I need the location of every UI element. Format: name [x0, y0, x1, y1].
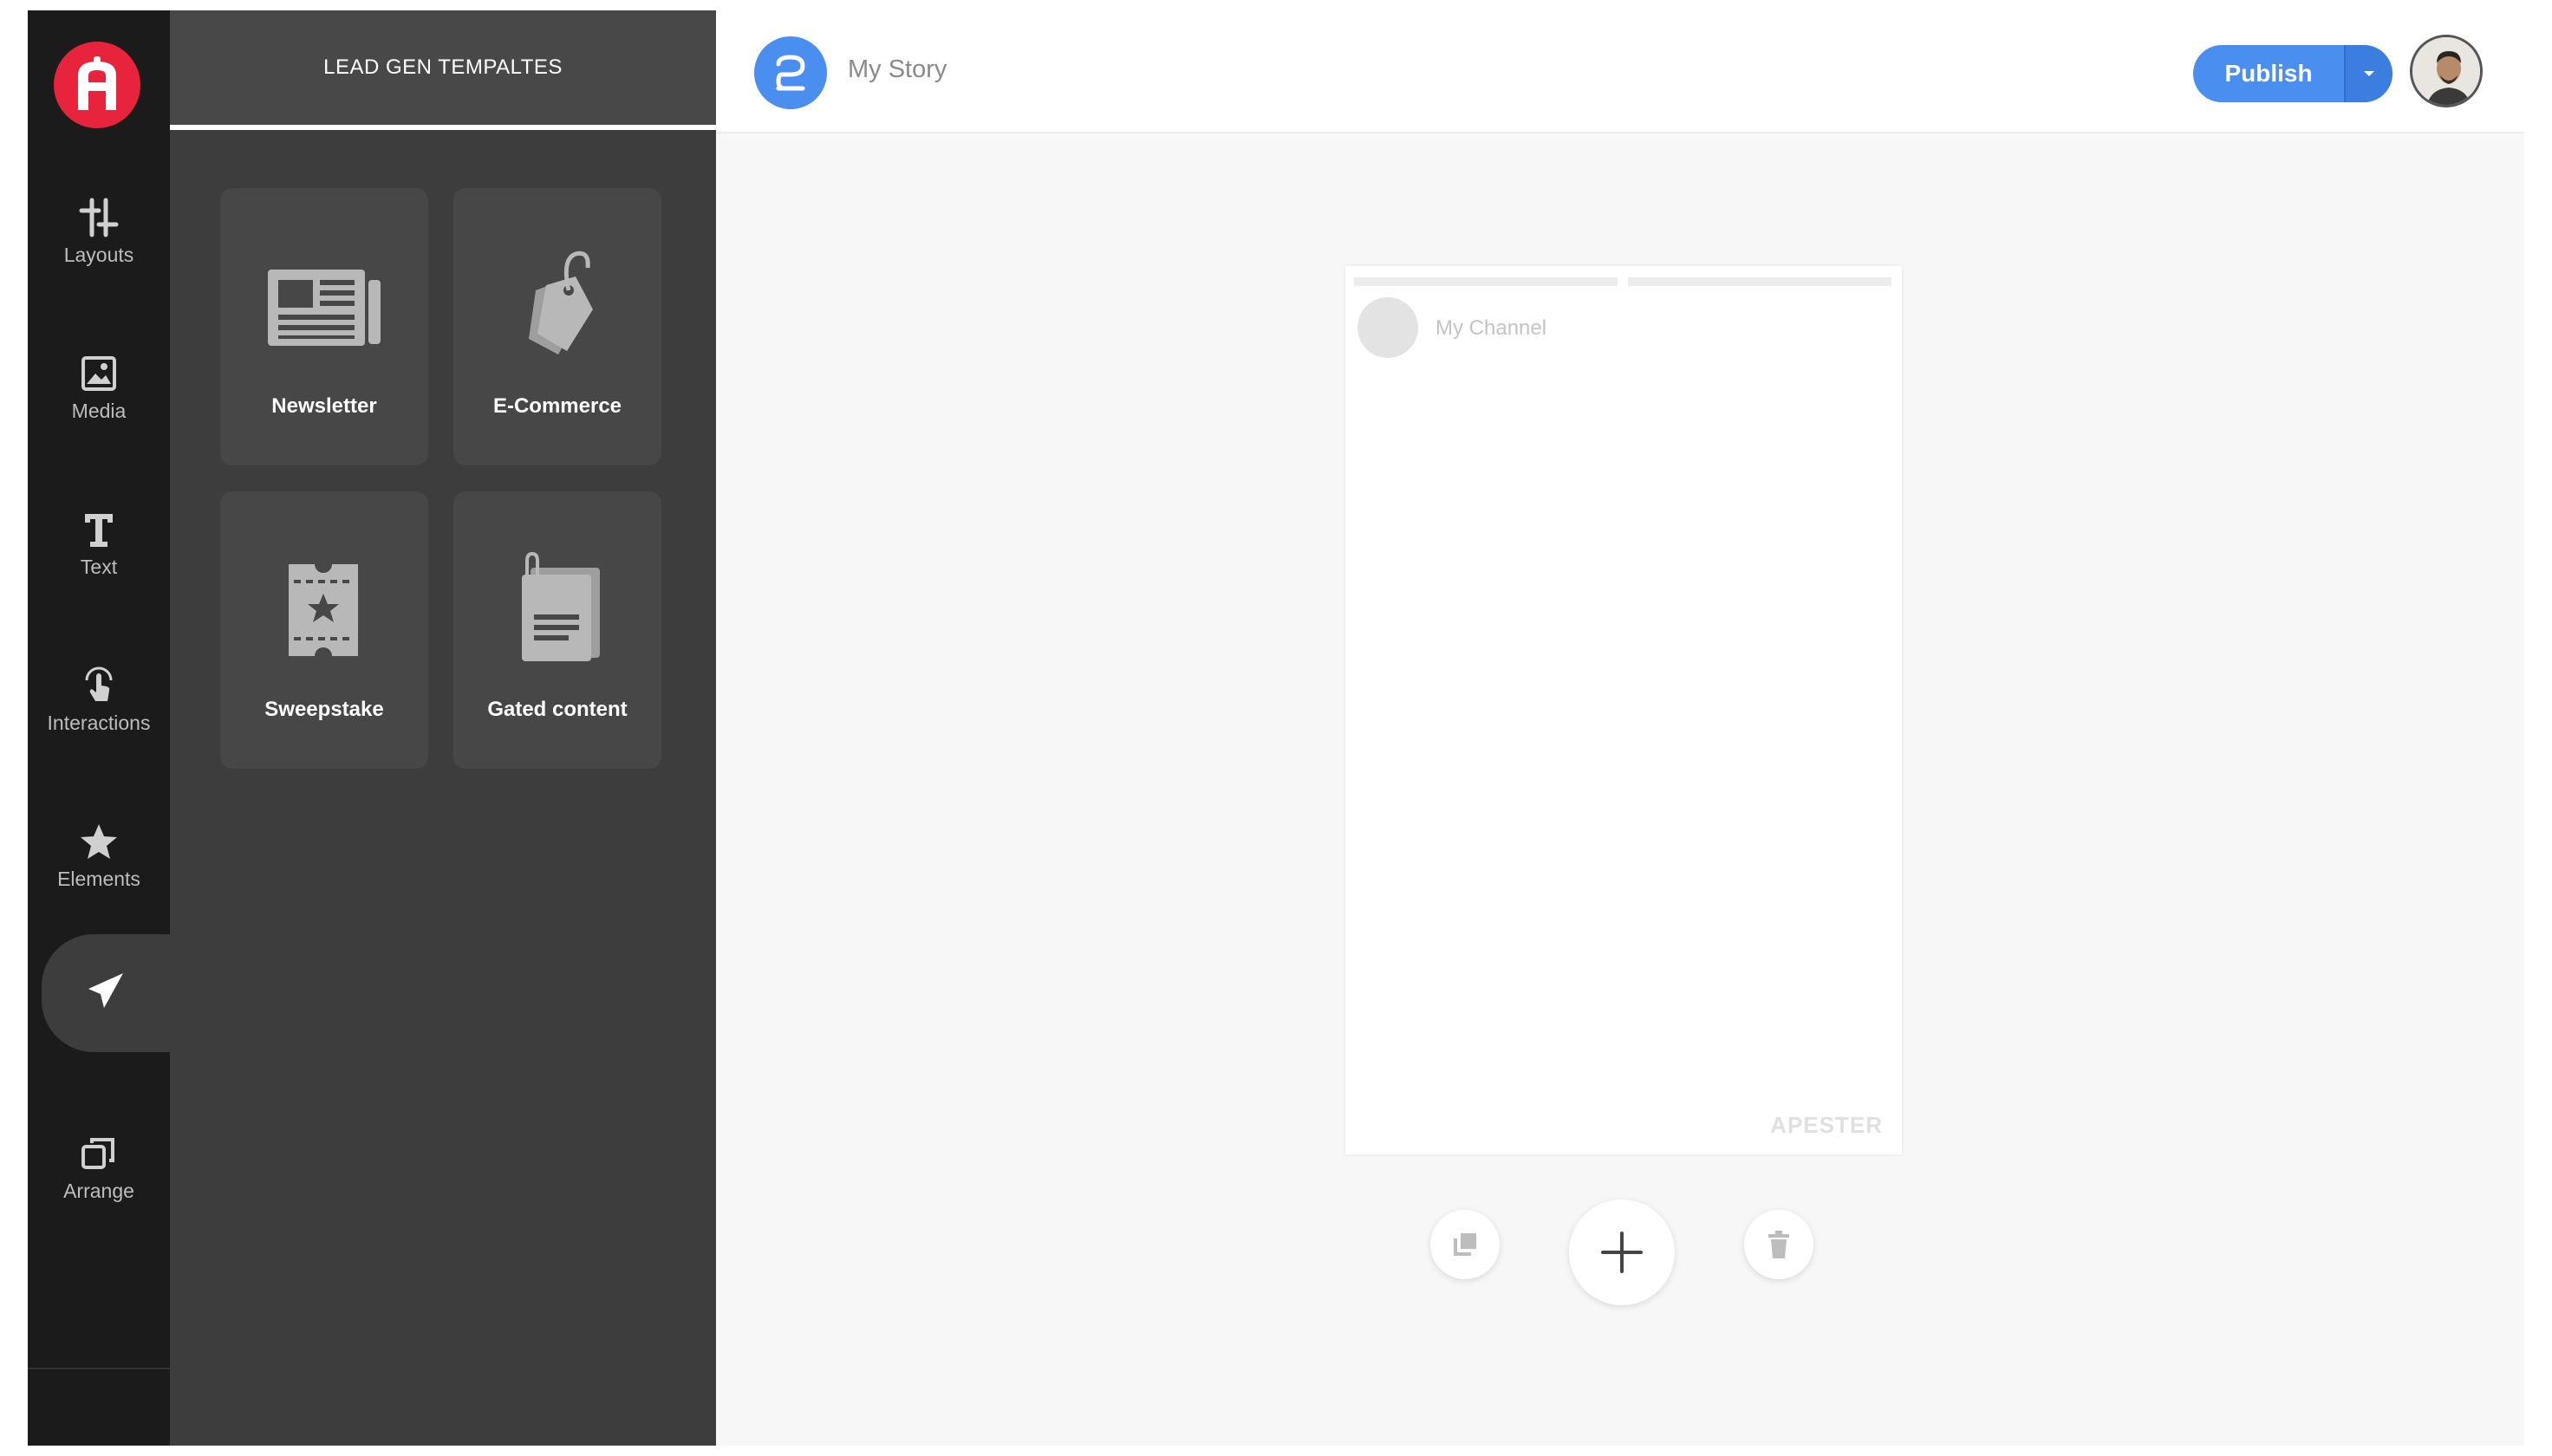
rail-item-text[interactable]: Text — [28, 478, 170, 608]
duplicate-page-button[interactable] — [1430, 1210, 1500, 1279]
rail-label-interactions: Interactions — [47, 711, 151, 734]
rail-label-media: Media — [71, 399, 127, 422]
story-logo[interactable] — [754, 36, 827, 109]
add-page-button[interactable] — [1569, 1199, 1675, 1305]
document-icon — [522, 551, 600, 661]
apester-logo-icon — [78, 56, 116, 110]
media-icon — [81, 355, 116, 391]
story-progress-segment — [1354, 277, 1618, 286]
template-label: Sweepstake — [264, 698, 384, 721]
rail-label-arrange: Arrange — [63, 1179, 134, 1202]
publish-button[interactable]: Publish — [2193, 45, 2344, 102]
ticket-icon — [289, 564, 358, 656]
publish-button-group: Publish — [2193, 45, 2392, 102]
paper-plane-icon — [88, 973, 123, 1008]
user-photo-icon — [2412, 37, 2480, 105]
top-bar: My Story Publish — [716, 10, 2524, 133]
template-label: E-Commerce — [492, 394, 622, 418]
story-title[interactable]: My Story — [848, 55, 947, 84]
template-label: Gated content — [487, 698, 628, 721]
price-tag-icon — [529, 250, 593, 354]
panel-title: LEAD GEN TEMPALTES — [170, 10, 716, 130]
story-logo-icon — [776, 55, 805, 91]
delete-page-button[interactable] — [1744, 1210, 1813, 1279]
arrange-icon — [81, 1137, 114, 1169]
template-sweepstake[interactable]: Sweepstake — [220, 491, 428, 769]
rail-label-layouts: Layouts — [63, 243, 134, 266]
rail-label-text: Text — [80, 555, 118, 578]
rail-item-interactions[interactable]: Interactions — [28, 634, 170, 764]
rail-label-elements: Elements — [57, 867, 140, 890]
tool-rail: Layouts Media Text Interactions Elements… — [28, 10, 170, 1446]
rail-item-elements[interactable]: Elements — [28, 790, 170, 920]
interactions-icon — [85, 666, 113, 701]
publish-dropdown-button[interactable] — [2344, 45, 2392, 102]
template-newsletter[interactable]: Newsletter — [220, 188, 428, 465]
app-window: Layouts Media Text Interactions Elements… — [28, 10, 2524, 1446]
trash-icon — [1768, 1231, 1789, 1258]
story-preview-card[interactable]: My Channel APESTER — [1345, 266, 1902, 1154]
rail-item-layouts[interactable]: Layouts — [28, 166, 170, 296]
chevron-down-icon — [2364, 71, 2374, 76]
template-gated-content[interactable]: Gated content — [453, 491, 661, 769]
channel-name: My Channel — [1436, 316, 1547, 340]
lead-gen-panel: LEAD GEN TEMPALTES Newsletter E-Commerce… — [170, 10, 716, 1446]
user-avatar[interactable] — [2410, 35, 2483, 107]
layouts-icon — [79, 198, 119, 237]
apester-logo[interactable] — [54, 42, 140, 128]
star-icon — [81, 823, 117, 859]
rail-item-media[interactable]: Media — [28, 322, 170, 452]
channel-avatar — [1357, 297, 1418, 358]
apester-watermark: APESTER — [1770, 1112, 1883, 1138]
plus-icon — [1601, 1232, 1643, 1273]
story-progress-segment — [1628, 277, 1891, 286]
rail-footer — [28, 1368, 170, 1446]
newspaper-icon — [268, 270, 381, 346]
text-icon — [85, 513, 113, 547]
template-e-commerce[interactable]: E-Commerce — [453, 188, 661, 465]
duplicate-icon — [1454, 1233, 1476, 1256]
template-label: Newsletter — [271, 394, 377, 418]
rail-item-arrange[interactable]: Arrange — [28, 1102, 170, 1232]
rail-item-lead-gen[interactable] — [42, 934, 170, 1052]
